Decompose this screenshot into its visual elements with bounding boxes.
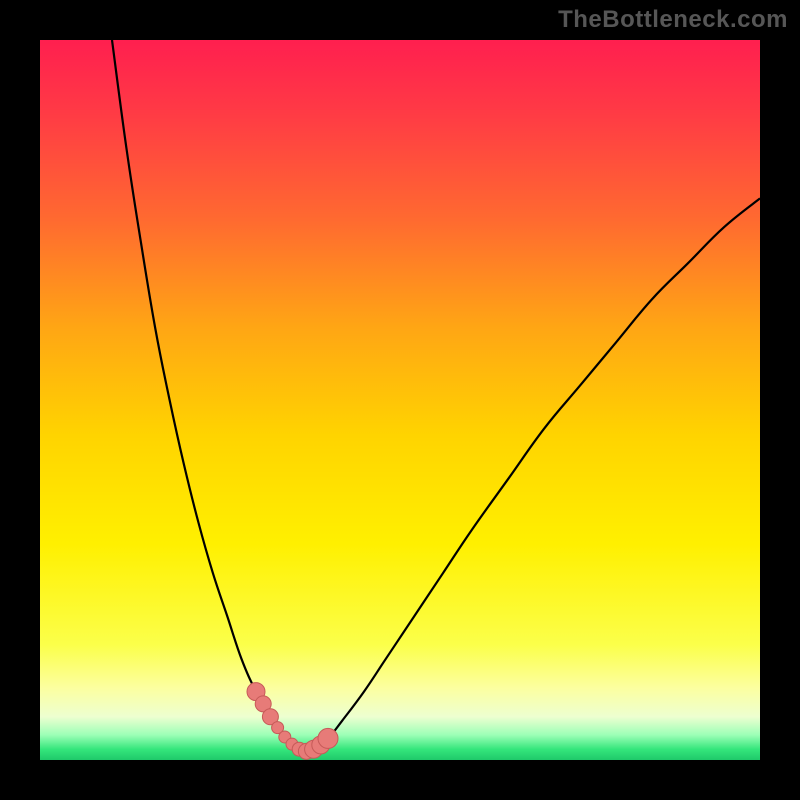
marker-dot xyxy=(318,728,338,748)
gradient-background xyxy=(40,40,760,760)
watermark-label: TheBottleneck.com xyxy=(558,6,788,34)
plot-svg xyxy=(40,40,760,760)
plot-area xyxy=(40,40,760,760)
chart-frame: TheBottleneck.com xyxy=(0,0,800,800)
